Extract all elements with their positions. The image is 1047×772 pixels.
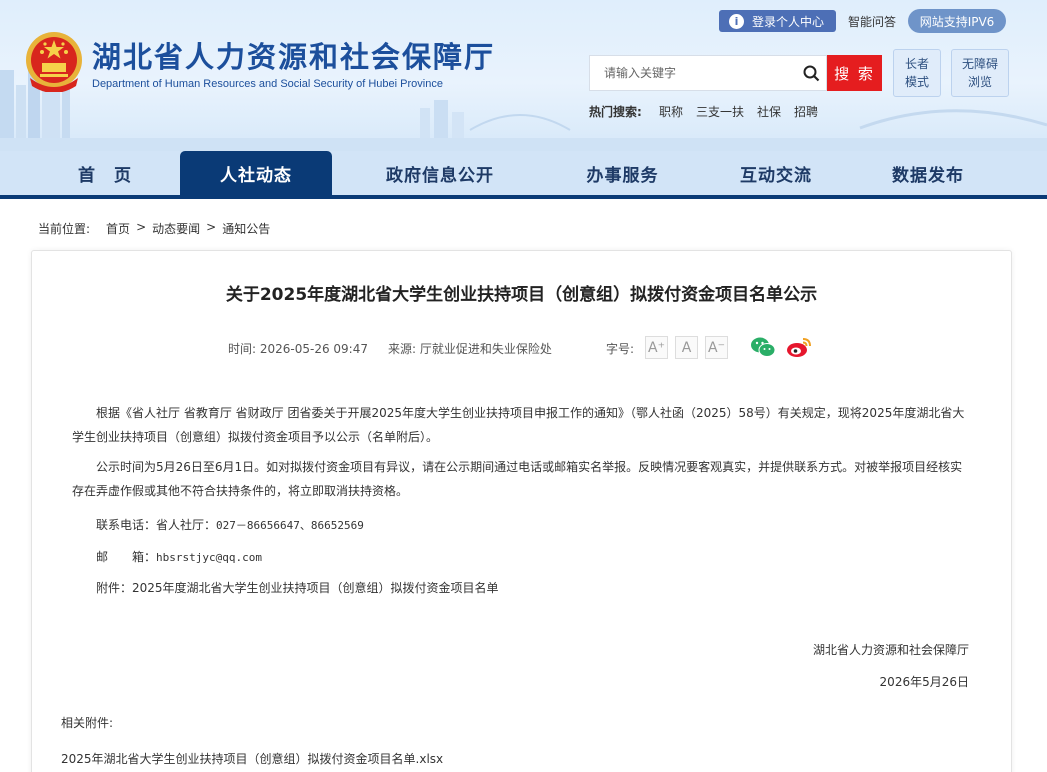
breadcrumb-label: 当前位置: [38, 222, 91, 236]
signature-org: 湖北省人力资源和社会保障厅 [812, 643, 969, 657]
related-attachments-label: 相关附件: [61, 716, 114, 730]
hot-search-item[interactable]: 职称 [659, 103, 683, 120]
hot-search-links: 职称 三支一扶 社保 招聘 [659, 103, 818, 120]
article-container: 关于2025年度湖北省大学生创业扶持项目（创意组）拟拨付资金项目名单公示 时间:… [31, 250, 1012, 772]
signature-date: 2026年5月26日 [879, 675, 969, 689]
site-subtitle: Department of Human Resources and Social… [92, 78, 443, 90]
font-size-increase-button[interactable]: A⁺ [645, 336, 668, 359]
email-label: 邮 箱： [96, 550, 157, 564]
breadcrumb-separator: > [136, 220, 147, 234]
nav-item-services[interactable]: 办事服务 [545, 151, 700, 195]
user-info-icon: i [729, 13, 744, 29]
main-nav: 首 页 人社动态 政府信息公开 办事服务 互动交流 数据发布 [0, 151, 1047, 199]
phone-value: 027－86656647、86652569 [216, 519, 364, 532]
wechat-share-icon[interactable] [750, 335, 776, 359]
font-size-decrease-button[interactable]: A⁻ [705, 336, 728, 359]
article-paragraph-1: 根据《省人社厅 省教育厅 省财政厅 团省委关于开展2025年度大学生创业扶持项目… [72, 406, 965, 444]
search-box [589, 55, 827, 91]
nav-item-data[interactable]: 数据发布 [852, 151, 1004, 195]
site-header: 湖北省人力资源和社会保障厅 Department of Human Resour… [0, 0, 1047, 151]
nav-item-gov-info[interactable]: 政府信息公开 [360, 151, 520, 195]
font-size-normal-button[interactable]: A [675, 336, 698, 359]
barrier-free-label-2: 浏览 [967, 75, 992, 89]
search-input[interactable] [590, 56, 796, 90]
elder-mode-label-2: 模式 [904, 75, 929, 89]
site-title: 湖北省人力资源和社会保障厅 [92, 40, 496, 74]
attachment-note: 附件：2025年度湖北省大学生创业扶持项目（创意组）拟拨付资金项目名单 [96, 581, 499, 595]
hot-search-item[interactable]: 社保 [757, 103, 781, 120]
article-paragraph-2: 公示时间为5月26日至6月1日。如对拟拨付资金项目有异议，请在公示期间通过电话或… [72, 460, 963, 498]
breadcrumb-notices[interactable]: 通知公告 [222, 220, 270, 237]
search-icon[interactable] [796, 56, 826, 90]
elder-mode-label-1: 长者 [904, 57, 929, 71]
login-button-label: 登录个人中心 [752, 14, 825, 29]
barrier-free-button[interactable]: 无障碍 浏览 [951, 49, 1009, 97]
email-value: hbsrstjyc@qq.com [156, 551, 262, 564]
article-source: 来源: 厅就业促进和失业保险处 [388, 342, 552, 356]
nav-item-hr-news[interactable]: 人社动态 [180, 151, 332, 195]
font-size-label: 字号: [606, 342, 635, 356]
breadcrumb-news[interactable]: 动态要闻 [152, 220, 200, 237]
breadcrumb-home[interactable]: 首页 [106, 220, 130, 237]
weibo-share-icon[interactable] [786, 335, 812, 359]
smart-qa-link[interactable]: 智能问答 [848, 13, 896, 30]
nav-item-home[interactable]: 首 页 [30, 151, 180, 195]
contact-email-line: 邮 箱：hbsrstjyc@qq.com [96, 548, 262, 565]
attachment-file-link[interactable]: 2025年湖北省大学生创业扶持项目（创意组）拟拨付资金项目名单.xlsx [61, 750, 443, 767]
nav-item-interaction[interactable]: 互动交流 [700, 151, 852, 195]
hot-search-item[interactable]: 三支一扶 [696, 103, 744, 120]
elder-mode-button[interactable]: 长者 模式 [893, 49, 941, 97]
article-time: 时间: 2026-05-26 09:47 [228, 342, 368, 356]
article-title: 关于2025年度湖北省大学生创业扶持项目（创意组）拟拨付资金项目名单公示 [225, 285, 818, 305]
breadcrumb: 当前位置: 首页 > 动态要闻 > 通知公告 [38, 220, 270, 237]
breadcrumb-separator: > [206, 220, 217, 234]
national-emblem-logo [26, 32, 82, 92]
search-button[interactable]: 搜 索 [827, 55, 882, 91]
ipv6-badge[interactable]: 网站支持IPV6 [908, 9, 1006, 33]
login-personal-center-button[interactable]: i 登录个人中心 [719, 10, 836, 32]
barrier-free-label-1: 无障碍 [961, 57, 998, 71]
hot-search-item[interactable]: 招聘 [794, 103, 818, 120]
hot-search-label: 热门搜索: [589, 105, 642, 119]
phone-label: 联系电话：省人社厅： [96, 518, 217, 532]
contact-phone-line: 联系电话：省人社厅：027－86656647、86652569 [96, 516, 364, 533]
